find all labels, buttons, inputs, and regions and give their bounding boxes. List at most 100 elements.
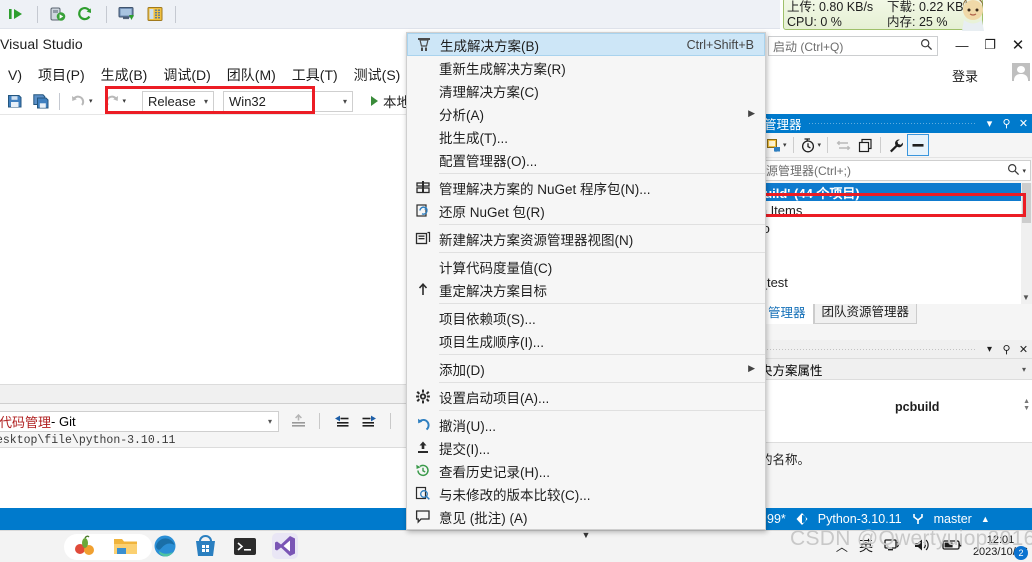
menu-clean-solution[interactable]: 清理解决方案(C): [407, 79, 765, 102]
chevron-down-icon[interactable]: ▾: [783, 141, 787, 149]
pull-icon[interactable]: [328, 409, 354, 433]
tree-scrollbar[interactable]: ▼: [1021, 183, 1032, 304]
menu-manage-nuget[interactable]: 管理解决方案的 NuGet 程序包(N)...: [407, 176, 765, 199]
menu-item-label: 新建解决方案资源管理器视图(N): [439, 232, 634, 248]
menu-project-build-order[interactable]: 项目生成顺序(I)...: [407, 329, 765, 352]
tree-scrollbar-thumb[interactable]: [1022, 183, 1031, 223]
taskbar-icons: [72, 533, 298, 559]
menu-retarget-solution[interactable]: 重定解决方案目标: [407, 278, 765, 301]
menu-view-history[interactable]: 查看历史记录(H)...: [407, 459, 765, 482]
properties-wrench-icon[interactable]: [885, 134, 907, 156]
property-spinner[interactable]: ▲ ▼: [1023, 398, 1030, 412]
restore-button[interactable]: ❐: [976, 34, 1004, 56]
search-placeholder: 资源管理器(Ctrl+;): [754, 164, 851, 178]
avatar[interactable]: [1012, 63, 1030, 81]
tree-row[interactable]: tion Items: [746, 201, 1032, 219]
properties-object-combo[interactable]: 央方案属性 ▾: [760, 359, 1032, 380]
properties-panel: ▾ ⚲ ✕ 央方案属性 ▾ pcbuild ▲ ▼ 的名称。: [760, 340, 1032, 508]
platform-combo[interactable]: Win32 ▾: [223, 90, 354, 112]
chevron-down-icon[interactable]: ▾: [1022, 167, 1026, 175]
tree-row[interactable]: es: [746, 255, 1032, 273]
microsoft-store-icon[interactable]: [192, 533, 218, 559]
minimize-button[interactable]: —: [948, 34, 976, 56]
file-explorer-icon[interactable]: [112, 533, 138, 559]
chevron-down-icon[interactable]: ▾: [981, 117, 998, 130]
property-value-name[interactable]: pcbuild: [895, 400, 939, 414]
widget-weather-icon[interactable]: [72, 533, 98, 559]
tree-row-solution[interactable]: 'pcbuild' (44 个项目): [738, 183, 1032, 201]
menu-configuration-manager[interactable]: 配置管理器(O)...: [407, 148, 765, 171]
collapse-all-icon[interactable]: [854, 134, 876, 156]
tree-row[interactable]: ncio: [746, 219, 1032, 237]
drag-handle[interactable]: [766, 348, 975, 350]
hex-view-icon[interactable]: [142, 2, 168, 26]
status-branch-name[interactable]: master: [934, 512, 972, 526]
menu-undo[interactable]: 撤消(U)...: [407, 413, 765, 436]
chevron-down-icon[interactable]: ▾: [981, 344, 998, 355]
menu-set-startup-projects[interactable]: 设置启动项目(A)...: [407, 385, 765, 408]
menu-new-solution-explorer-view[interactable]: 新建解决方案资源管理器视图(N): [407, 227, 765, 250]
configuration-combo[interactable]: Release ▾: [142, 90, 215, 112]
menu-item-build[interactable]: 生成(B): [93, 62, 156, 88]
menu-build-solution[interactable]: 生成解决方案(B) Ctrl+Shift+B: [407, 33, 765, 56]
solution-tree[interactable]: 'pcbuild' (44 个项目) tion Items ncio es es…: [738, 183, 1032, 304]
preview-selected-items-icon[interactable]: [907, 134, 930, 156]
pending-changes-icon[interactable]: [798, 134, 820, 156]
search-icon: [920, 38, 933, 54]
redo-dropdown-icon[interactable]: ▾: [123, 97, 127, 105]
terminal-icon[interactable]: [232, 533, 258, 559]
menu-rebuild-solution[interactable]: 重新生成解决方案(R): [407, 56, 765, 79]
visual-studio-icon[interactable]: [272, 533, 298, 559]
source-control-combo[interactable]: 代码管理 - Git ▾: [0, 411, 279, 432]
attach-to-process-icon[interactable]: [45, 2, 71, 26]
sign-in-button[interactable]: 登录: [952, 66, 978, 85]
restart-icon[interactable]: [73, 2, 99, 26]
remote-debug-icon[interactable]: [114, 2, 140, 26]
pin-icon[interactable]: ⚲: [998, 343, 1015, 356]
home-view-icon[interactable]: [763, 134, 785, 156]
quick-launch-search[interactable]: 启动 (Ctrl+Q): [768, 36, 938, 56]
push-icon[interactable]: [356, 409, 382, 433]
toolbar-separator: [37, 5, 38, 23]
save-all-icon[interactable]: [28, 89, 54, 113]
spinner-down-icon[interactable]: ▼: [1023, 405, 1030, 412]
chevron-down-icon[interactable]: ▾: [818, 141, 822, 149]
undo-dropdown-icon[interactable]: ▾: [89, 97, 93, 105]
menu-item-debug[interactable]: 调试(D): [155, 62, 218, 88]
close-icon[interactable]: ✕: [1015, 343, 1032, 356]
status-python-version[interactable]: Python-3.10.11: [818, 512, 902, 526]
drag-handle[interactable]: [807, 123, 975, 124]
menu-restore-nuget[interactable]: 还原 NuGet 包(R): [407, 199, 765, 222]
pin-icon[interactable]: ⚲: [998, 117, 1015, 130]
close-button[interactable]: ✕: [1004, 34, 1032, 56]
menu-item-test[interactable]: 测试(S): [346, 62, 409, 88]
menu-item-team[interactable]: 团队(M): [219, 62, 284, 88]
menu-item-project[interactable]: 项目(P): [30, 62, 93, 88]
spinner-up-icon[interactable]: ▲: [1023, 398, 1030, 405]
menu-item-0[interactable]: V): [0, 64, 30, 86]
menu-add[interactable]: 添加(D) ▶: [407, 357, 765, 380]
network-monitor-widget[interactable]: 上传: 0.80 KB/s 下载: 0.22 KB/s CPU: 0 % 内存:…: [783, 0, 984, 31]
properties-grid[interactable]: pcbuild ▲ ▼: [760, 380, 1032, 442]
solution-explorer-search[interactable]: 资源管理器(Ctrl+;) ▾: [754, 160, 1031, 181]
menu-analyze[interactable]: 分析(A) ▶: [407, 102, 765, 125]
menu-annotate[interactable]: 意见 (批注) (A): [407, 505, 765, 528]
menu-scroll-down-button[interactable]: ▼: [407, 528, 765, 542]
branch-caret-icon[interactable]: ▲: [981, 514, 990, 524]
menu-commit[interactable]: 提交(I)...: [407, 436, 765, 459]
status-changes-count[interactable]: 99*: [767, 512, 786, 526]
tree-row[interactable]: es_test: [746, 273, 1032, 291]
menu-batch-build[interactable]: 批生成(T)...: [407, 125, 765, 148]
tree-row[interactable]: [760, 237, 1032, 255]
menu-calculate-code-metrics[interactable]: 计算代码度量值(C): [407, 255, 765, 278]
menu-item-label: 计算代码度量值(C): [439, 260, 553, 276]
scroll-down-icon[interactable]: ▼: [1022, 293, 1030, 302]
menu-item-label: 添加(D): [439, 362, 485, 378]
close-icon[interactable]: ✕: [1015, 117, 1032, 130]
edge-icon[interactable]: [152, 533, 178, 559]
save-icon[interactable]: [2, 89, 28, 113]
menu-project-dependencies[interactable]: 项目依赖项(S)...: [407, 306, 765, 329]
menu-compare-with-unmodified[interactable]: 与未修改的版本比较(C)...: [407, 482, 765, 505]
menu-item-tools[interactable]: 工具(T): [284, 62, 346, 88]
continue-run-icon[interactable]: [4, 2, 30, 26]
